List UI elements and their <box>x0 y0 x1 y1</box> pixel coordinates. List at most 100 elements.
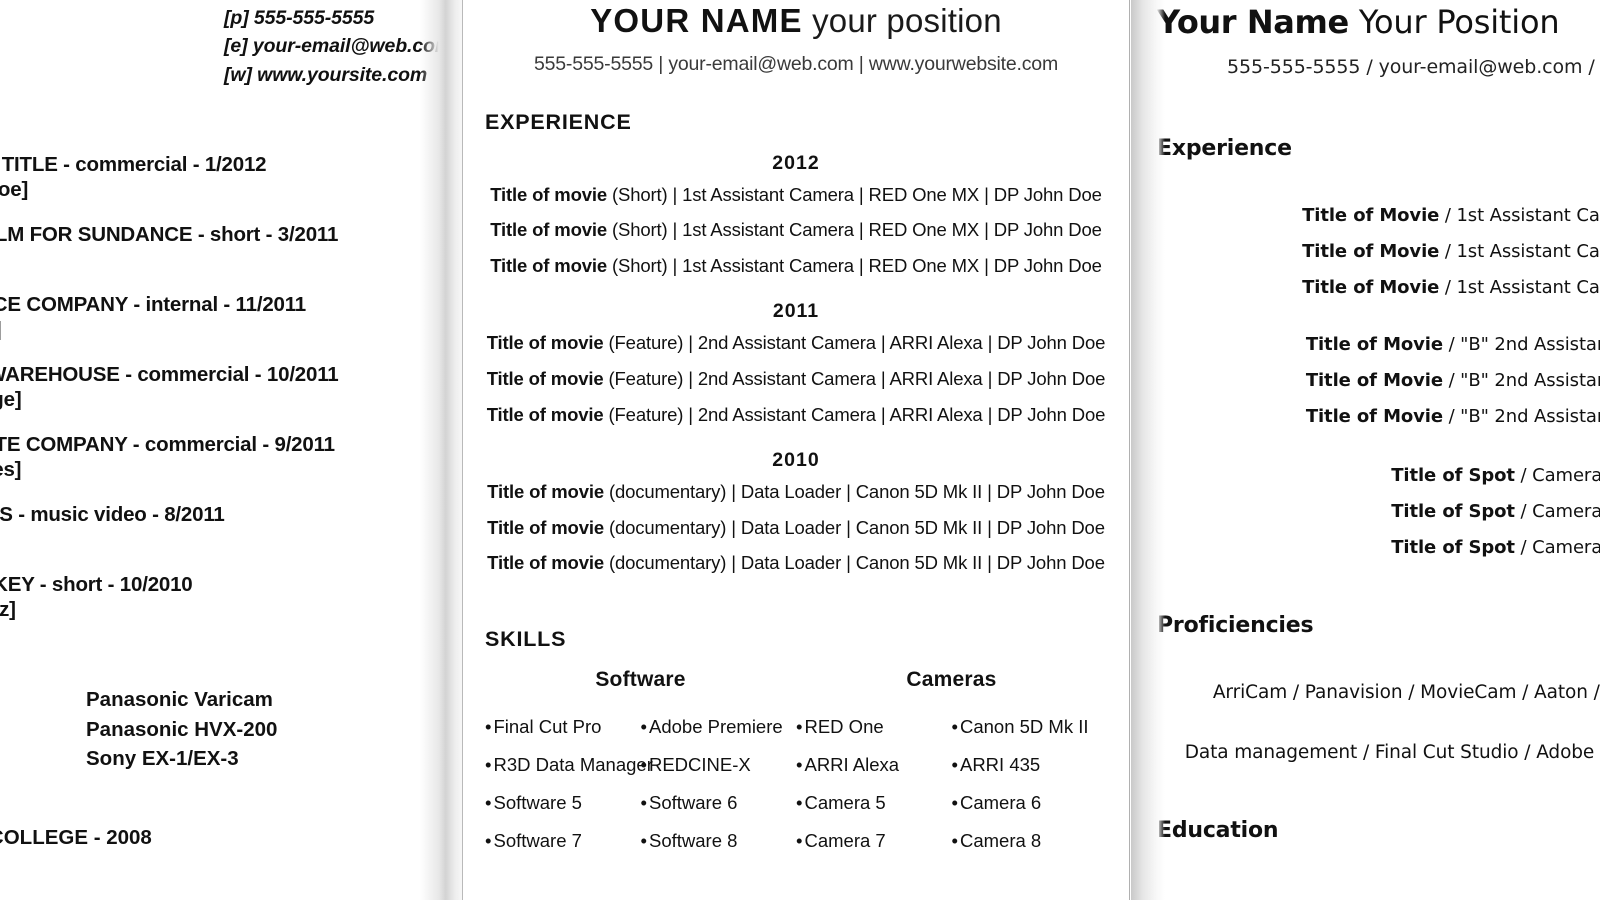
entry-details: / Camera Assistant / Produ <box>1520 501 1600 522</box>
middle-page-experience-heading: EXPERIENCE <box>485 109 632 134</box>
resume-page-right[interactable]: Your Name Your Position 555-555-5555 / y… <box>1131 0 1600 900</box>
bullet-icon: • <box>485 830 492 852</box>
gear-value: Panasonic Varicam <box>86 688 273 711</box>
entry-title: Title of movie <box>487 516 604 538</box>
gear-label <box>0 715 86 745</box>
entry-details: (Short) | 1st Assistant Camera | RED One… <box>607 219 1102 241</box>
right-page-experience-group: Title of Spot / Camera Assistant / Produ… <box>1157 458 1600 566</box>
entry-details: (documentary) | Data Loader | Canon 5D M… <box>603 516 1105 538</box>
experience-entry: Title of Movie / "B" 2nd Assistant camer… <box>1157 327 1600 363</box>
skills-software-heading: Software <box>595 667 686 691</box>
skill-label: Camera 5 <box>804 792 886 814</box>
entry-title: Title of Movie <box>1305 370 1443 391</box>
skill-label: R3D Data Manager <box>493 753 653 775</box>
resume-page-left[interactable]: E ion [p] 555-555-5555 [e] your-email@we… <box>0 0 446 900</box>
bullet-icon: • <box>640 753 647 775</box>
middle-page-headline: YOUR NAME your position <box>485 2 1107 40</box>
bullet-icon: • <box>796 792 803 814</box>
entry-details: (Feature) | 2nd Assistant Camera | ARRI … <box>603 368 1106 389</box>
experience-entry: Title of movie (documentary) | Data Load… <box>485 545 1107 581</box>
skill-item: • RED One <box>796 708 952 746</box>
entry-line-primary: a - PROJECT TITLE - commercial - 1/2012 <box>0 153 267 176</box>
middle-page-name: YOUR NAME <box>590 2 803 39</box>
experience-entry: Title of Movie / "B" 2nd Assistant camer… <box>1157 363 1600 399</box>
entry-title: Title of movie <box>490 219 607 241</box>
entry-details: / 1st Assistant Camera / Dir. Jane D <box>1444 277 1600 298</box>
entry-details: (Feature) | 2nd Assistant Camera | ARRI … <box>603 332 1106 354</box>
right-page-name: Your Name <box>1157 3 1349 41</box>
experience-entry: Title of movie (Short) | 1st Assistant C… <box>485 177 1107 213</box>
skill-item: • R3D Data Manager <box>485 746 653 784</box>
skills-row: • RED One • Canon 5D Mk II <box>796 708 1107 746</box>
entry-details: / 1st Assistant Camera / Dir. Jane D <box>1444 241 1600 262</box>
skill-label: Software 7 <box>493 830 582 852</box>
resume-page-middle[interactable]: YOUR NAME your position 555-555-5555 | y… <box>462 0 1130 900</box>
right-page-contact: 555-555-5555 / your-email@web.com / ww <box>1227 56 1600 78</box>
entry-details: (documentary) | Data Loader | Canon 5D M… <box>603 481 1105 503</box>
proficiencies-line: ArriCam / Panavision / MovieCam / Aaton … <box>1212 682 1600 703</box>
skill-label: RED One <box>804 715 884 737</box>
entry-title: Title of Movie <box>1302 241 1440 262</box>
bullet-icon: • <box>951 753 958 775</box>
skill-item: • Camera 5 <box>796 784 952 822</box>
entry-title: Title of movie <box>486 403 604 425</box>
document-canvas: E ion [p] 555-555-5555 [e] your-email@we… <box>0 0 1600 900</box>
right-page-experience-group: Title of Movie / "B" 2nd Assistant camer… <box>1157 327 1600 435</box>
skills-grid: Software • Final Cut Pro • Adobe Premiere … <box>485 668 1107 861</box>
gear-row: or) Sony EX-1/EX-3 <box>0 744 432 774</box>
skill-item: • Adobe Premiere <box>641 708 797 746</box>
experience-year-heading: 2010 <box>772 449 820 472</box>
entry-line-secondary: DP Julia Jones] <box>0 458 22 481</box>
skills-cameras-rows: • RED One • Canon 5D Mk II • ARRI Alexa • AR… <box>796 708 1107 861</box>
left-page-experience-list: a - PROJECT TITLE - commercial - 1/2012 … <box>0 152 446 642</box>
bullet-icon: • <box>640 830 647 852</box>
experience-entry: Title of movie (Feature) | 2nd Assistant… <box>485 325 1107 361</box>
entry-title: Title of movie <box>486 332 604 354</box>
skill-item: • Camera 6 <box>952 784 1108 822</box>
experience-entry: Title of Spot / Camera Assistant / Produ <box>1157 458 1600 494</box>
gear-row: Panasonic Varicam <box>0 685 432 715</box>
entry-title: Title of movie <box>487 552 604 574</box>
skill-item: • Software 7 <box>485 822 641 860</box>
skill-label: Software 6 <box>648 792 738 814</box>
right-page-experience-heading: Experience <box>1157 136 1292 161</box>
gear-value: Panasonic HVX-200 <box>86 717 278 741</box>
bullet-icon: • <box>485 715 492 737</box>
skill-label: Camera 7 <box>804 830 886 852</box>
entry-line-secondary: P John George] <box>0 388 22 411</box>
skill-label: Final Cut Pro <box>493 715 602 737</box>
skills-column-software: Software • Final Cut Pro • Adobe Premiere … <box>485 668 796 861</box>
skill-label: ARRI 435 <box>959 753 1041 775</box>
entry-details: / "B" 2nd Assistant camera / Dir. Jo <box>1448 406 1600 427</box>
skill-item: • Canon 5D Mk II <box>952 708 1108 746</box>
skills-row: • Software 7 • Software 8 <box>485 822 796 860</box>
experience-entry: Title of Movie / 1st Assistant Camera / … <box>1157 234 1600 270</box>
entry-line-secondary: P Ham Billy] <box>0 527 446 552</box>
entry-line-secondary: John Doe] <box>0 247 446 272</box>
bullet-icon: • <box>485 792 492 814</box>
bullet-icon: • <box>640 715 647 737</box>
entry-line-secondary: X, DP John Doe] <box>0 178 29 201</box>
middle-page-position: your position <box>812 2 1002 39</box>
skill-item: • Software 8 <box>641 822 797 860</box>
experience-entry: Title of movie (documentary) | Data Load… <box>485 474 1107 510</box>
skills-cameras-heading: Cameras <box>906 667 997 691</box>
middle-page-contact: 555-555-5555 | your-email@web.com | www.… <box>534 52 1058 75</box>
bullet-icon: • <box>951 715 958 737</box>
entry-title: Title of movie <box>490 183 607 205</box>
skills-row: • ARRI Alexa • ARRI 435 <box>796 746 1107 784</box>
entry-line-secondary: P Pablo Lopez] <box>0 598 16 621</box>
skills-row: • Software 5 • Software 6 <box>485 784 796 822</box>
skill-item: • ARRI Alexa <box>796 746 952 784</box>
skills-row: • Final Cut Pro • Adobe Premiere <box>485 708 796 746</box>
entry-title: Title of Spot <box>1391 537 1515 558</box>
left-page-experience-entry: MATTRESS WAREHOUSE - commercial - 10/201… <box>0 362 446 412</box>
experience-year-heading: 2012 <box>772 151 820 174</box>
gear-label <box>0 685 86 715</box>
bullet-icon: • <box>640 792 647 814</box>
entry-line-secondary: DP Jane Doe] <box>0 317 446 342</box>
education-line-primary: OMMUNITY COLLEGE - 2008 <box>0 826 152 849</box>
skill-item: • Software 6 <box>641 784 797 822</box>
experience-entry: Title of Spot / Camera Assistant / Produ <box>1157 530 1600 566</box>
entry-title: Title of Movie <box>1305 406 1443 427</box>
